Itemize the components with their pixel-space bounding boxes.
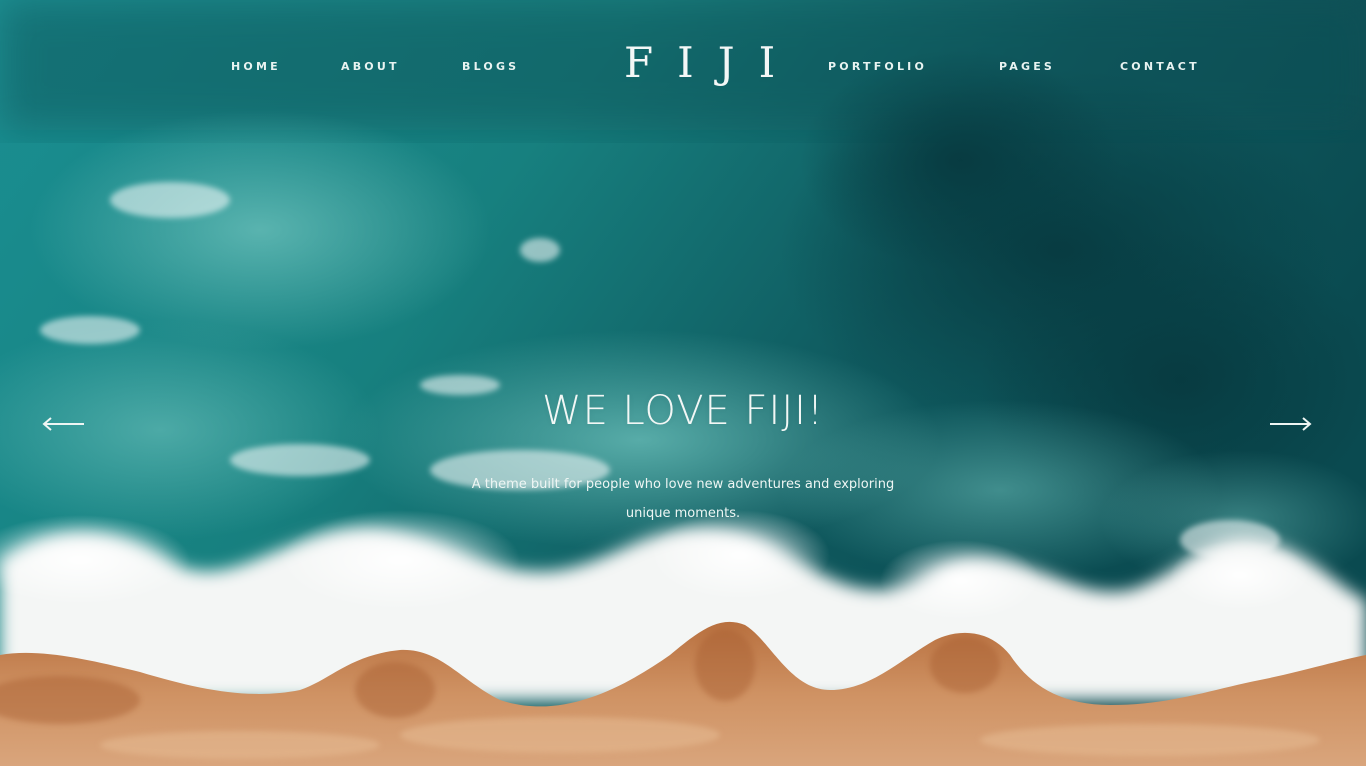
nav-item-home[interactable]: HOME [231, 60, 281, 73]
nav-item-contact[interactable]: CONTACT [1120, 60, 1200, 73]
site-logo[interactable]: FIJI [600, 38, 790, 87]
nav-item-pages[interactable]: PAGES [999, 60, 1055, 73]
hero-subtitle: A theme built for people who love new ad… [471, 477, 895, 521]
main-navigation: HOME ABOUT BLOGS FIJI PORTFOLIO PAGES CO… [0, 0, 1366, 135]
nav-item-portfolio[interactable]: PORTFOLIO [828, 60, 927, 73]
hero-headline: WE LOVE FIJI! [542, 388, 824, 434]
hero-page: HOME ABOUT BLOGS FIJI PORTFOLIO PAGES CO… [0, 0, 1366, 766]
nav-item-blogs[interactable]: BLOGS [462, 60, 519, 73]
nav-item-about[interactable]: ABOUT [341, 60, 400, 73]
